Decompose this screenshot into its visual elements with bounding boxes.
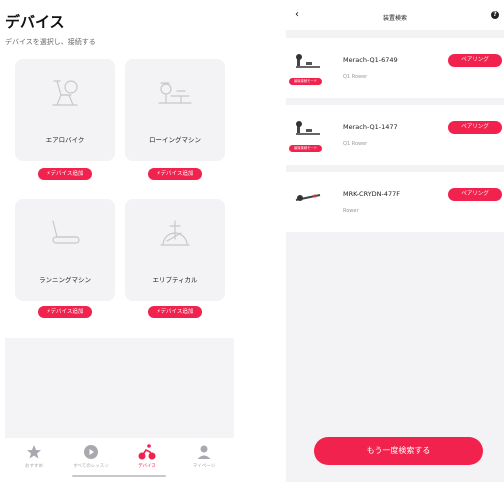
- add-elliptical-button[interactable]: ⚡デバイス追加: [148, 306, 202, 318]
- device-type: Q1 Rower: [343, 74, 368, 80]
- pair-button[interactable]: ペアリング: [448, 188, 502, 201]
- device-card-label: ローイングマシン: [149, 136, 201, 144]
- person-icon: [197, 445, 211, 459]
- elliptical-icon: [160, 220, 190, 246]
- device-card-elliptical[interactable]: エリプティカル: [125, 199, 225, 301]
- tab-all-lessons[interactable]: すべてのレッスン: [71, 444, 111, 469]
- device-name: Merach-Q1-6749: [343, 56, 398, 64]
- pair-button[interactable]: ペアリング: [448, 121, 502, 134]
- star-icon: [27, 445, 41, 459]
- device-name: Merach-Q1-1477: [343, 123, 398, 131]
- play-icon: [84, 445, 98, 459]
- blank-area: [5, 338, 234, 438]
- tab-devices[interactable]: デバイス: [127, 444, 167, 469]
- help-icon[interactable]: ?: [491, 11, 499, 19]
- device-type: Rower: [343, 208, 359, 214]
- device-list-item[interactable]: 最後接続モード Merach-Q1-1477 Q1 Rower ペアリング: [286, 105, 504, 165]
- rescan-button[interactable]: もう一度検索する: [314, 437, 483, 465]
- device-card-treadmill[interactable]: ランニングマシン: [15, 199, 115, 301]
- tab-label: すべてのレッスン: [73, 464, 109, 469]
- device-card-label: エリプティカル: [152, 276, 198, 284]
- add-exercise-bike-button[interactable]: ⚡デバイス追加: [38, 168, 92, 180]
- last-connected-badge: 最後接続モード: [289, 78, 322, 85]
- add-button-label: デバイス追加: [160, 309, 194, 315]
- device-list-item[interactable]: MRK-CRYDN-477F Rower ペアリング: [286, 172, 504, 232]
- rower-image: [295, 194, 321, 201]
- nav-header: ‹ 装置検索 ?: [286, 0, 504, 30]
- page-title: 装置検索: [382, 15, 407, 22]
- pair-button[interactable]: ペアリング: [448, 54, 502, 67]
- tab-label: デバイス: [138, 464, 156, 469]
- add-button-label: デバイス追加: [50, 171, 84, 177]
- page-subtitle: デバイスを選択し、接続する: [5, 38, 96, 46]
- device-card-label: ランニングマシン: [39, 276, 91, 284]
- device-search-screen: ‹ 装置検索 ? 最後接続モード Merach-Q1-6749 Q1 Rower…: [286, 0, 504, 482]
- rowing-machine-icon: [158, 82, 192, 104]
- device-card-rowing-machine[interactable]: ローイングマシン: [125, 59, 225, 161]
- rower-image: [296, 121, 320, 135]
- page-title: デバイス: [5, 13, 65, 31]
- tab-label: マイページ: [192, 464, 216, 469]
- tab-label: おすすめ: [25, 464, 43, 469]
- exercise-bike-icon: [52, 80, 78, 106]
- add-treadmill-button[interactable]: ⚡デバイス追加: [38, 306, 92, 318]
- add-button-label: デバイス追加: [160, 171, 194, 177]
- rower-image: [296, 54, 320, 68]
- cyclist-icon: [138, 444, 156, 460]
- add-rowing-machine-button[interactable]: ⚡デバイス追加: [148, 168, 202, 180]
- device-name: MRK-CRYDN-477F: [343, 190, 401, 198]
- tab-recommended[interactable]: おすすめ: [14, 444, 54, 469]
- treadmill-icon: [52, 220, 80, 244]
- device-type: Q1 Rower: [343, 141, 368, 147]
- device-card-exercise-bike[interactable]: エアロバイク: [15, 59, 115, 161]
- device-card-label: エアロバイク: [45, 136, 85, 144]
- home-indicator: [72, 475, 166, 477]
- add-button-label: デバイス追加: [50, 309, 84, 315]
- device-list-item[interactable]: 最後接続モード Merach-Q1-6749 Q1 Rower ペアリング: [286, 38, 504, 98]
- last-connected-badge: 最後接続モード: [289, 145, 322, 152]
- device-screen: デバイス デバイスを選択し、接続する エアロバイク ⚡デバイス追加 ローイングマ…: [0, 0, 240, 482]
- tab-my-page[interactable]: マイページ: [184, 444, 224, 469]
